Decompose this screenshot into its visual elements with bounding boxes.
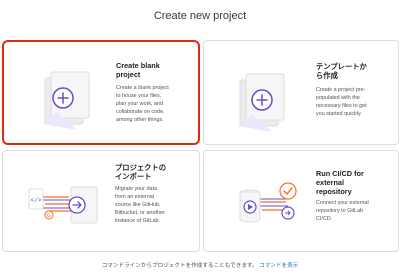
footer-note: コマンドラインからプロジェクトを作成することもできます。 コマンドを表示 — [0, 261, 400, 269]
card-desc-line: CI/CD. — [316, 216, 333, 222]
card-desc-line: Migrate your data — [115, 186, 157, 192]
run-ci-cd-card[interactable]: Run CI/CD for external repository Connec… — [203, 150, 399, 252]
ci-cd-icon — [239, 182, 297, 223]
card-title-line: external — [316, 178, 344, 187]
card-desc-line: Connect your external — [316, 200, 369, 206]
card-desc-line: to house your files, — [116, 93, 162, 99]
create-blank-project-card[interactable]: Create blank project Create a blank proj… — [2, 40, 200, 145]
card-desc-line: necessary files to get — [316, 103, 367, 109]
card-title-line: プロジェクトの — [115, 163, 167, 172]
new-project-icon — [43, 71, 90, 130]
card-title-line: Run CI/CD for — [316, 169, 364, 178]
card-desc-line: populated with the — [316, 95, 360, 101]
card-desc-line: instance of GitLab. — [115, 218, 160, 224]
card-desc-line: Create a project pre- — [316, 87, 366, 93]
card-title-line: ら作成 — [316, 71, 338, 80]
card-title-line: インポート — [115, 172, 152, 181]
card-desc-line: repository to GitLab — [316, 208, 364, 214]
card-desc-line: collaborate on code, — [116, 109, 165, 115]
card-desc-line: plan your work, and — [116, 101, 164, 107]
card-title-line: Create blank — [116, 61, 160, 70]
create-from-template-card[interactable]: テンプレートか ら作成 Create a project pre- popula… — [203, 40, 399, 145]
template-icon — [238, 73, 285, 132]
card-desc-line: Create a blank project — [116, 85, 169, 91]
card-desc-line: source like GitHub, — [115, 202, 161, 208]
svg-text:G: G — [47, 213, 51, 219]
card-title-line: repository — [316, 187, 352, 196]
card-desc-line: Bitbucket, or another — [115, 210, 165, 216]
svg-text:</>: </> — [31, 197, 42, 204]
card-desc-line: from an external — [115, 194, 154, 200]
page-title: Create new project — [153, 10, 247, 22]
card-desc-line: among other things. — [116, 117, 164, 123]
footer-text: コマンドラインからプロジェクトを作成することもできます。 — [101, 263, 258, 269]
card-desc-line: you started quickly. — [316, 111, 362, 117]
card-title-line: project — [116, 70, 141, 79]
show-command-link[interactable]: コマンドを表示 — [259, 263, 298, 269]
card-title-line: テンプレートか — [316, 62, 367, 71]
import-project-card[interactable]: </> G プロジェクトの インポート Migrate your data fr… — [2, 150, 200, 252]
import-icon: </> G — [28, 186, 98, 224]
